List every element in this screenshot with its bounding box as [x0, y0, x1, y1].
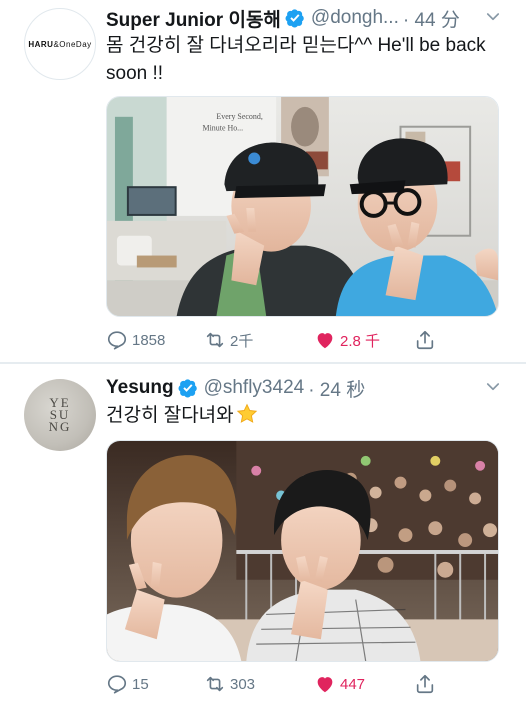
avatar[interactable]: HARU&OneDay [24, 8, 96, 80]
reply-icon [107, 675, 127, 694]
chevron-down-icon[interactable] [484, 8, 502, 26]
retweet-button[interactable]: 2千 [204, 326, 253, 354]
share-button[interactable] [414, 326, 436, 354]
display-name[interactable]: Yesung [106, 377, 174, 399]
tweet-photo[interactable] [106, 440, 499, 662]
tweet-header: Yesung @shfly3424 · 24 秒 [106, 374, 365, 402]
retweet-count: 303 [230, 675, 256, 693]
tweet-text: 건강히 잘다녀와 [106, 402, 506, 430]
retweet-icon [206, 676, 224, 692]
display-name[interactable]: Super Junior 이동해 [106, 5, 281, 32]
reply-count: 15 [132, 675, 149, 693]
avatar[interactable]: YE SU NG [24, 379, 96, 451]
verified-badge-icon [285, 8, 305, 28]
star-emoji [236, 403, 258, 425]
tweet[interactable]: YE SU NG Yesung @shfly3424 · 24 秒 건강히 잘다녀와 [0, 364, 526, 704]
photo-selfie-concert-crowd [107, 441, 498, 661]
tweet[interactable]: HARU&OneDay Super Junior 이동해 @dongh... ·… [0, 0, 526, 363]
avatar-logo: HARU&OneDay [28, 39, 92, 49]
photo-selfie-two-men-caps: Every Second, Minute Ho... [107, 97, 498, 316]
share-icon [416, 674, 434, 694]
tweet-actions: 1858 2千 2.8 千 [106, 326, 506, 354]
tweet-header: Super Junior 이동해 @dongh... · 44 分 [106, 4, 460, 32]
share-button[interactable] [414, 670, 436, 698]
retweet-icon [206, 332, 224, 348]
retweet-button[interactable]: 303 [204, 670, 255, 698]
tweet-text-body: 건강히 잘다녀와 [106, 405, 234, 426]
signage-text: Minute Ho... [203, 124, 244, 133]
retweet-count: 2千 [230, 332, 254, 350]
reply-icon [107, 331, 127, 350]
heart-icon [317, 333, 333, 349]
verified-badge-icon [178, 378, 198, 398]
timestamp[interactable]: · 24 秒 [308, 375, 365, 402]
like-button[interactable]: 447 [314, 670, 365, 698]
tweet-photo[interactable]: Every Second, Minute Ho... [106, 96, 499, 317]
tweet-text: 몸 건강히 잘 다녀오리라 믿는다^^ He'll be back soon !… [106, 35, 486, 84]
share-icon [416, 330, 434, 350]
heart-icon [317, 677, 333, 693]
handle[interactable]: @shfly3424 [204, 377, 305, 399]
handle[interactable]: @dongh... [311, 7, 399, 29]
like-count: 447 [340, 675, 366, 693]
reply-count: 1858 [132, 331, 166, 349]
avatar-logo: YE SU NG [48, 395, 72, 434]
like-count: 2.8 千 [340, 332, 381, 350]
chevron-down-icon[interactable] [484, 378, 502, 396]
like-button[interactable]: 2.8 千 [314, 326, 380, 354]
timestamp[interactable]: · 44 分 [403, 5, 460, 32]
tweet-actions: 15 303 447 [106, 670, 506, 698]
signage-text: Every Second, [216, 112, 262, 121]
reply-button[interactable]: 1858 [106, 326, 165, 354]
reply-button[interactable]: 15 [106, 670, 149, 698]
